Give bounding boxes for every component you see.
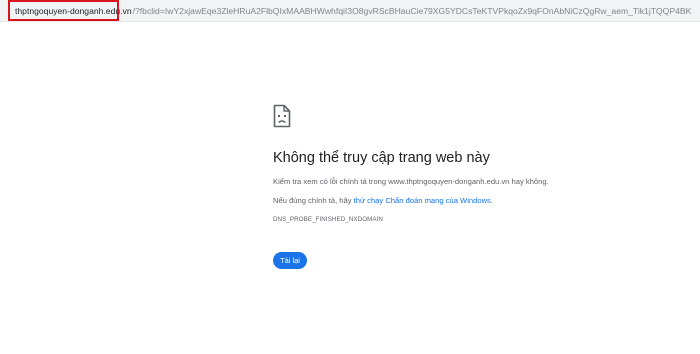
network-diagnostics-link[interactable]: thử chạy Chẩn đoán mạng của Windows — [354, 196, 491, 205]
suggestion-suffix: . — [490, 196, 493, 205]
address-bar[interactable]: thptngoquyen-donganh.edu.vn/?fbclid=IwY2… — [0, 0, 700, 22]
reload-button[interactable]: Tải lại — [273, 252, 307, 269]
suggestion-text: Nếu đúng chính tả, hãy thử chạy Chẩn đoá… — [273, 196, 493, 205]
spelling-check-text: Kiểm tra xem có lỗi chính tả trong www.t… — [273, 177, 549, 186]
url-domain: thptngoquyen-donganh.edu.vn — [15, 6, 132, 16]
url-field[interactable]: thptngoquyen-donganh.edu.vn/?fbclid=IwY2… — [8, 2, 692, 20]
error-code: DNS_PROBE_FINISHED_NXDOMAIN — [273, 216, 383, 223]
page-title: Không thể truy cập trang web này — [273, 150, 490, 166]
suggestion-prefix: Nếu đúng chính tả, hãy — [273, 196, 354, 205]
url-path: /?fbclid=IwY2xjawEqe3ZleHRuA2FlbQIxMAABH… — [132, 6, 692, 16]
sad-document-icon — [273, 104, 291, 128]
